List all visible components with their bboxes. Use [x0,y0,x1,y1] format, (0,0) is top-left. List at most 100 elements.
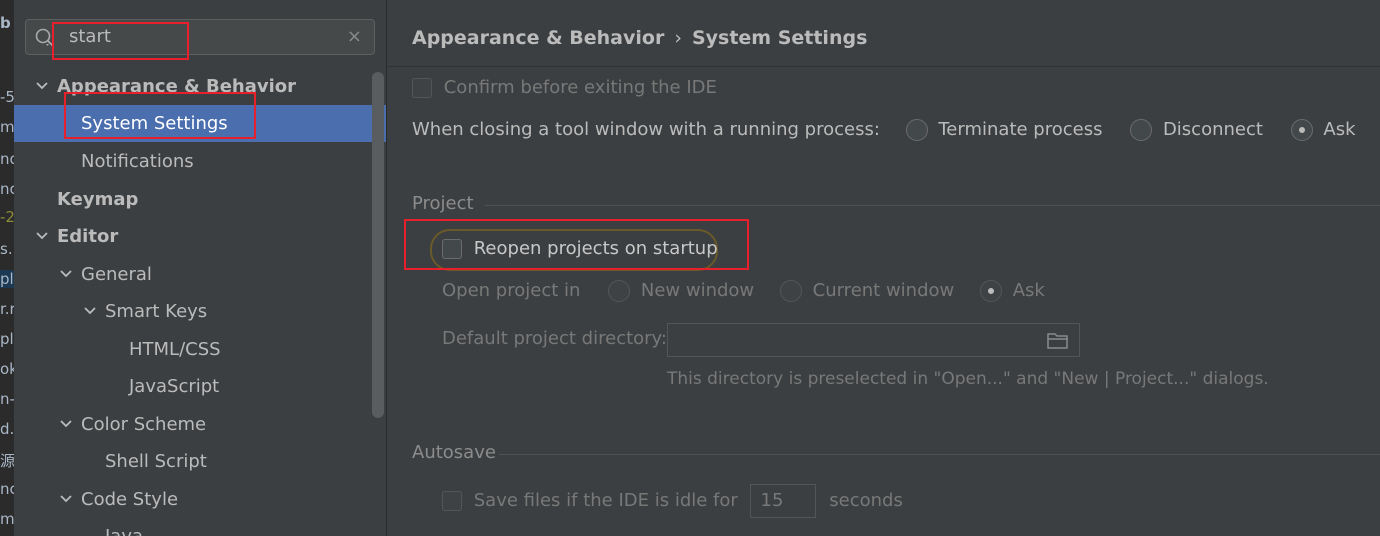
tree-item-label: HTML/CSS [129,339,221,360]
breadcrumb: Appearance & Behavior › System Settings [412,27,867,49]
autosave-section-divider [499,454,1380,455]
chevron-down-icon[interactable] [59,406,73,443]
background-window-strip: b -5 m no nc -2 s. plu r.r pl ok n- d. 源… [0,0,14,536]
tree-item-shell-script[interactable]: Shell Script [14,443,386,480]
tree-scrollbar[interactable] [372,72,384,418]
tree-item-label: General [81,264,152,285]
tree-item-notifications[interactable]: Notifications [14,143,386,180]
radio-button-selected[interactable] [1290,119,1313,141]
search-icon [35,28,54,47]
save-idle-label: Save files if the IDE is idle for [473,490,738,511]
tree-item-label: Shell Script [105,451,207,472]
radio-button[interactable] [608,280,631,302]
bg-fragment: r.r [0,300,14,318]
tree-item-appearance-behavior[interactable]: Appearance & Behavior [14,68,386,105]
tree-item-system-settings[interactable]: System Settings [14,105,386,142]
tree-item-color-scheme[interactable]: Color Scheme [14,406,386,443]
bg-fragment: d. [0,420,14,438]
radio-current-window[interactable]: Current window [779,280,955,302]
tree-item-code-style[interactable]: Code Style [14,481,386,518]
radio-new-window[interactable]: New window [608,280,754,302]
chevron-down-icon[interactable] [35,68,49,105]
default-dir-field[interactable] [667,323,1080,357]
tree-item-label: JavaScript [129,376,220,397]
tree-item-label: Notifications [81,151,194,172]
radio-disconnect[interactable]: Disconnect [1130,119,1263,141]
tree-item-label: Java [105,518,143,536]
bg-fragment: m [0,118,14,136]
radio-button[interactable] [1130,119,1153,141]
reopen-projects-checkbox[interactable] [442,239,462,259]
bg-fragment: n- [0,390,14,408]
settings-sidebar: start × Appearance & Behavior System Set… [14,0,386,536]
tree-item-label: Appearance & Behavior [57,76,297,97]
settings-content: Appearance & Behavior › System Settings Co… [387,0,1380,536]
bg-fragment: nc [0,480,14,498]
folder-icon[interactable] [1047,332,1069,349]
bg-fragment: nc [0,180,14,198]
radio-button[interactable] [905,119,928,141]
header-divider [387,66,1380,67]
save-idle-checkbox[interactable] [442,491,462,511]
breadcrumb-separator: › [674,27,682,49]
chevron-down-icon[interactable] [59,256,73,293]
tree-item-label: Color Scheme [81,414,207,435]
search-input[interactable]: start [69,26,111,47]
chevron-down-icon[interactable] [83,293,97,330]
tree-item-java[interactable]: Java [14,518,386,536]
radio-label: Ask [1323,119,1356,140]
reopen-projects-row[interactable]: Reopen projects on startup [442,238,718,259]
tree-item-html-css[interactable]: HTML/CSS [14,331,386,368]
save-idle-row: Save files if the IDE is idle for 15 sec… [442,484,903,518]
search-field[interactable]: start × [25,19,375,55]
radio-label: New window [640,280,755,301]
bg-fragment: m [0,510,14,528]
tree-item-javascript[interactable]: JavaScript [14,368,386,405]
bg-fragment: pl [0,330,14,348]
radio-terminate-process[interactable]: Terminate process [905,119,1103,141]
seconds-label: seconds [829,490,903,511]
chevron-down-icon[interactable] [35,218,49,255]
radio-label: Ask [1012,280,1045,301]
project-section-divider [485,205,1380,206]
clear-search-icon[interactable]: × [347,26,362,47]
tree-item-label: Smart Keys [105,301,208,322]
confirm-exit-label: Confirm before exiting the IDE [443,77,717,98]
bg-fragment: -2 [0,208,14,226]
bg-fragment: ok [0,360,14,378]
idle-seconds-input[interactable]: 15 [749,484,816,518]
bg-fragment: plu [0,270,14,288]
radio-label: Disconnect [1162,119,1263,140]
tree-item-general[interactable]: General [14,256,386,293]
radio-ask-close[interactable]: Ask [1290,119,1356,141]
tree-item-editor[interactable]: Editor [14,218,386,255]
confirm-exit-row[interactable]: Confirm before exiting the IDE [412,77,717,98]
tree-item-keymap[interactable]: Keymap [14,181,386,218]
tree-item-label: System Settings [81,113,228,134]
closing-tool-window-label: When closing a tool window with a runnin… [412,119,880,140]
chevron-down-icon[interactable] [59,481,73,518]
default-dir-hint: This directory is preselected in "Open..… [667,369,1269,389]
tree-item-label: Keymap [57,189,139,210]
tree-item-label: Code Style [81,489,179,510]
breadcrumb-parent[interactable]: Appearance & Behavior [412,27,664,49]
bg-fragment: no [0,150,14,168]
bg-fragment: -5 [0,88,14,106]
project-section-title: Project [412,193,474,214]
radio-ask-open[interactable]: Ask [979,280,1045,302]
confirm-exit-checkbox[interactable] [412,78,432,98]
default-dir-label: Default project directory: [442,328,667,349]
closing-tool-window-row: When closing a tool window with a runnin… [412,119,1356,141]
tree-item-label: Editor [57,226,119,247]
tree-item-smart-keys[interactable]: Smart Keys [14,293,386,330]
radio-button-selected[interactable] [979,280,1002,302]
bg-fragment: 源 [0,452,14,470]
bg-fragment: s. [0,240,13,258]
radio-label: Terminate process [938,119,1103,140]
reopen-projects-label: Reopen projects on startup [473,238,718,259]
radio-button[interactable] [779,280,802,302]
radio-label: Current window [812,280,955,301]
open-project-in-label: Open project in [442,280,581,301]
bg-fragment: b [0,14,11,32]
autosave-section-title: Autosave [412,442,496,463]
